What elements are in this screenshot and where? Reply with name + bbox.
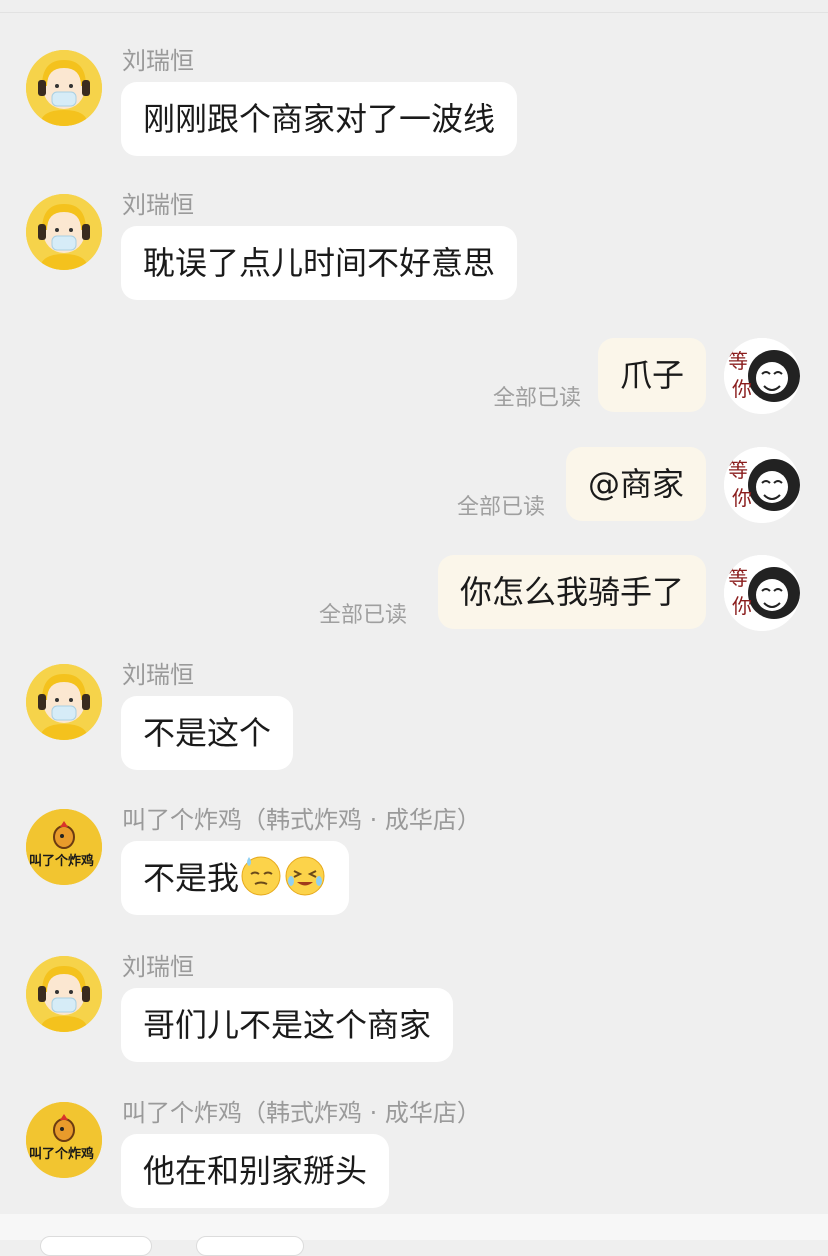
self-sticker-avatar[interactable]: 等你 — [724, 555, 800, 631]
merchant-logo-text: 叫了个炸鸡 — [29, 1146, 94, 1162]
sender-name: 刘瑞恒 — [122, 661, 194, 689]
chat-message-list[interactable]: 刘瑞恒 刚刚跟个商家对了一波线 刘瑞恒 耽误了点儿时间不好意思 全部已读 爪子 … — [0, 0, 828, 1240]
message-text: 不是我 — [143, 859, 240, 897]
message-bubble[interactable]: 他在和别家掰头 — [121, 1134, 390, 1208]
message-bubble[interactable]: 耽误了点儿时间不好意思 — [121, 226, 518, 300]
svg-text:你: 你 — [732, 486, 752, 510]
svg-text:你: 你 — [732, 377, 752, 401]
svg-text:等: 等 — [728, 349, 748, 373]
sender-name: 叫了个炸鸡（韩式炸鸡 · 成华店） — [122, 1099, 481, 1127]
rider-avatar[interactable] — [26, 194, 102, 270]
svg-text:等: 等 — [728, 566, 748, 590]
merchant-avatar[interactable]: 叫了个炸鸡 — [26, 809, 102, 885]
merchant-avatar[interactable]: 叫了个炸鸡 — [26, 1102, 102, 1178]
sender-name: 刘瑞恒 — [122, 191, 194, 219]
read-status: 全部已读 — [492, 386, 581, 411]
sender-name: 叫了个炸鸡（韩式炸鸡 · 成华店） — [122, 806, 481, 834]
laughing-tears-emoji — [285, 856, 325, 896]
self-sticker-avatar[interactable]: 等你 — [724, 338, 800, 414]
merchant-logo-text: 叫了个炸鸡 — [29, 853, 94, 869]
message-bubble[interactable]: 你怎么我骑手了 — [437, 555, 706, 629]
read-status: 全部已读 — [456, 495, 545, 520]
message-bubble[interactable]: 不是我 — [121, 841, 350, 915]
read-status: 全部已读 — [318, 603, 407, 628]
rider-avatar[interactable] — [26, 956, 102, 1032]
rider-avatar[interactable] — [26, 50, 102, 126]
svg-text:你: 你 — [732, 594, 752, 618]
sender-name: 刘瑞恒 — [122, 953, 194, 981]
sender-name: 刘瑞恒 — [122, 47, 194, 75]
quick-reply-chip[interactable] — [196, 1236, 304, 1256]
svg-text:等: 等 — [728, 458, 748, 482]
quick-reply-chip[interactable] — [40, 1236, 152, 1256]
message-bubble[interactable]: 哥们儿不是这个商家 — [121, 988, 454, 1062]
message-bubble[interactable]: 爪子 — [597, 338, 706, 412]
message-bubble[interactable]: 刚刚跟个商家对了一波线 — [121, 82, 518, 156]
message-bubble[interactable]: @商家 — [565, 447, 706, 521]
rider-avatar[interactable] — [26, 664, 102, 740]
message-bubble[interactable]: 不是这个 — [121, 696, 294, 770]
sweat-face-emoji — [241, 856, 281, 896]
self-sticker-avatar[interactable]: 等你 — [724, 447, 800, 523]
